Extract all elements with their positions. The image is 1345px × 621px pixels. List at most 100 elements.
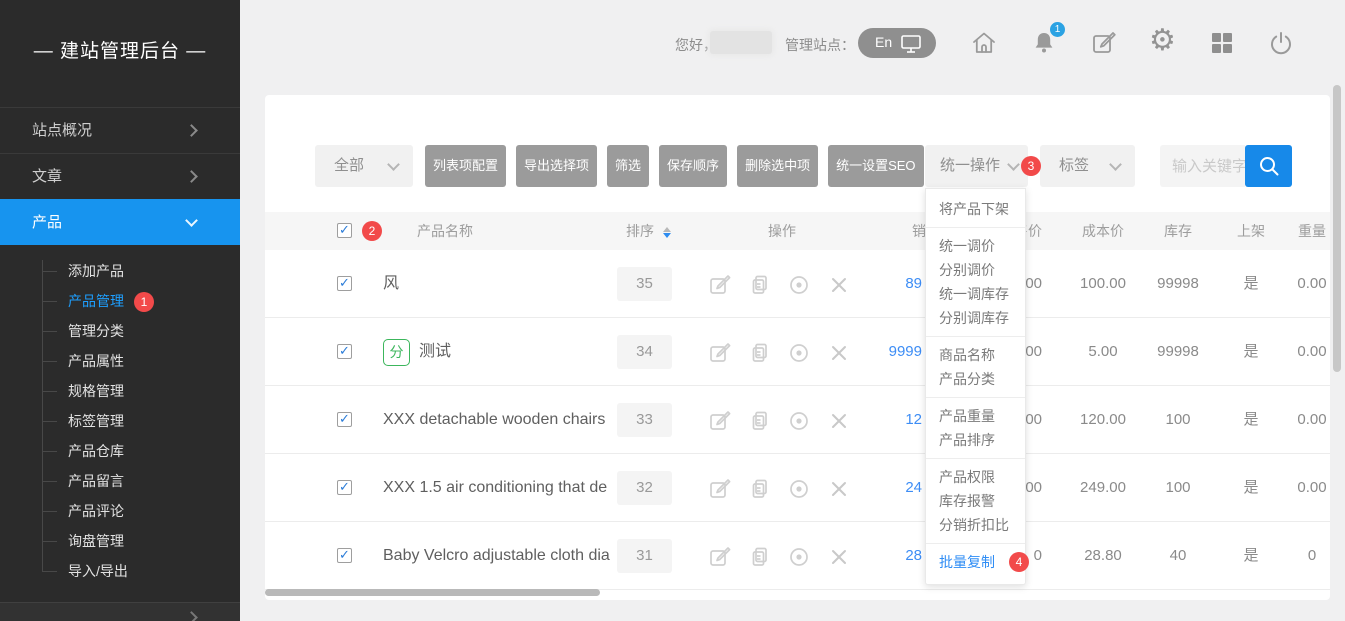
edit-icon[interactable]	[708, 409, 732, 433]
bulk-menu-item[interactable]: 分别调价	[926, 258, 1025, 282]
bulk-menu-item[interactable]: 库存报警	[926, 489, 1025, 513]
sidebar-section-label: 文章	[32, 168, 62, 185]
copy-icon[interactable]	[748, 341, 772, 365]
sidebar-item-product[interactable]: 标签管理	[0, 406, 240, 436]
bulk-operations-select[interactable]: 统一操作	[925, 145, 1028, 187]
sort-order-input[interactable]: 34	[617, 335, 672, 369]
sidebar-item-label: 产品管理	[68, 293, 124, 309]
bulk-menu-item[interactable]: 统一调库存	[926, 282, 1025, 306]
bulk-menu-item-batch-copy[interactable]: 批量复制4	[926, 550, 1025, 574]
sidebar-next-section[interactable]	[0, 602, 240, 621]
sales-count-link[interactable]: 12	[855, 386, 922, 454]
sidebar-item-product[interactable]: 产品留言	[0, 466, 240, 496]
sales-count-link[interactable]: 28	[855, 522, 922, 590]
edit-icon[interactable]	[708, 477, 732, 501]
view-icon[interactable]	[787, 545, 811, 569]
edit-compose-icon[interactable]	[1090, 29, 1118, 57]
bulk-menu-item[interactable]: 商品名称	[926, 343, 1025, 367]
sort-order-input[interactable]: 33	[617, 403, 672, 437]
category-filter-select[interactable]: 全部	[315, 145, 413, 187]
home-icon[interactable]	[970, 29, 998, 57]
view-icon[interactable]	[787, 273, 811, 297]
export-selected-button[interactable]: 导出选择项	[516, 145, 597, 187]
product-name-cell: XXX detachable wooden chairs	[383, 386, 615, 454]
list-config-button[interactable]: 列表项配置	[425, 145, 506, 187]
sidebar-section[interactable]: 文章	[0, 153, 240, 199]
sidebar-item-product[interactable]: 添加产品	[0, 256, 240, 286]
bulk-menu-item[interactable]: 将产品下架	[926, 197, 1025, 221]
product-name: 风	[383, 250, 399, 318]
vertical-scrollbar[interactable]	[1333, 85, 1341, 372]
sidebar-item-product[interactable]: 询盘管理	[0, 526, 240, 556]
tag-filter-select[interactable]: 标签	[1040, 145, 1135, 187]
sales-count-link[interactable]: 24	[855, 454, 922, 522]
edit-icon[interactable]	[708, 341, 732, 365]
logout-power-icon[interactable]	[1267, 29, 1295, 57]
sort-arrows-icon[interactable]	[663, 226, 671, 239]
row-checkbox[interactable]	[337, 344, 352, 359]
view-icon[interactable]	[787, 409, 811, 433]
stock-value: 100	[1138, 454, 1218, 522]
sidebar-item-label: 产品评论	[68, 503, 124, 519]
batch-seo-button[interactable]: 统一设置SEO	[828, 145, 923, 187]
column-header-sort[interactable]: 排序	[620, 212, 660, 250]
delete-selected-button[interactable]: 删除选中项	[737, 145, 818, 187]
copy-icon[interactable]	[748, 273, 772, 297]
category-filter-value: 全部	[334, 157, 364, 174]
row-checkbox[interactable]	[337, 548, 352, 563]
view-icon[interactable]	[787, 341, 811, 365]
copy-icon[interactable]	[748, 545, 772, 569]
edit-icon[interactable]	[708, 273, 732, 297]
bulk-menu-item[interactable]: 产品权限	[926, 465, 1025, 489]
settings-gear-icon[interactable]: ⚙	[1149, 27, 1177, 55]
copy-icon[interactable]	[748, 409, 772, 433]
bulk-menu-item[interactable]: 分别调库存	[926, 306, 1025, 330]
filter-button[interactable]: 筛选	[607, 145, 649, 187]
bulk-menu-item[interactable]: 分销折扣比	[926, 513, 1025, 537]
sales-count-link[interactable]: 9999	[855, 318, 922, 386]
view-icon[interactable]	[787, 477, 811, 501]
sort-order-input[interactable]: 31	[617, 539, 672, 573]
sort-order-input[interactable]: 35	[617, 267, 672, 301]
delete-icon[interactable]	[827, 477, 851, 501]
search-input[interactable]	[1160, 145, 1245, 187]
horizontal-scrollbar[interactable]	[265, 589, 600, 596]
search-button[interactable]	[1245, 145, 1292, 187]
sidebar-item-product[interactable]: 规格管理	[0, 376, 240, 406]
sidebar-item-product[interactable]: 管理分类	[0, 316, 240, 346]
row-checkbox[interactable]	[337, 276, 352, 291]
sidebar-item-product[interactable]: 产品属性	[0, 346, 240, 376]
sidebar-item-active[interactable]: 产品管理1	[0, 286, 240, 316]
notifications-bell-icon[interactable]: 1	[1030, 29, 1058, 57]
delete-icon[interactable]	[827, 545, 851, 569]
row-checkbox[interactable]	[337, 480, 352, 495]
select-all-checkbox[interactable]	[337, 223, 352, 238]
bulk-menu-item[interactable]: 产品排序	[926, 428, 1025, 452]
save-order-button[interactable]: 保存顺序	[659, 145, 727, 187]
sales-count-link[interactable]: 89	[855, 250, 922, 318]
sidebar-section[interactable]: 站点概况	[0, 107, 240, 153]
product-name: XXX detachable wooden chairs	[383, 386, 605, 454]
row-checkbox[interactable]	[337, 412, 352, 427]
bulk-menu-item[interactable]: 统一调价	[926, 234, 1025, 258]
sidebar-section[interactable]: 产品	[0, 199, 240, 245]
delete-icon[interactable]	[827, 409, 851, 433]
stock-value: 99998	[1138, 250, 1218, 318]
copy-icon[interactable]	[748, 477, 772, 501]
sidebar-item-product[interactable]: 产品评论	[0, 496, 240, 526]
bulk-menu-item[interactable]: 产品分类	[926, 367, 1025, 391]
toolbar-buttons: 列表项配置导出选择项筛选保存顺序删除选中项统一设置SEO	[425, 145, 924, 187]
bulk-menu-item[interactable]: 产品重量	[926, 404, 1025, 428]
cost-price-value: 249.00	[1063, 454, 1143, 522]
sort-order-input[interactable]: 32	[617, 471, 672, 505]
sidebar-item-product[interactable]: 产品仓库	[0, 436, 240, 466]
sidebar-item-product[interactable]: 导入/导出	[0, 556, 240, 586]
delete-icon[interactable]	[827, 273, 851, 297]
language-switcher[interactable]: En	[858, 28, 936, 58]
category-badge: 分	[383, 339, 410, 366]
edit-icon[interactable]	[708, 545, 732, 569]
search-area	[1160, 145, 1245, 187]
apps-grid-icon[interactable]	[1208, 29, 1236, 57]
product-name-cell: XXX 1.5 air conditioning that de	[383, 454, 615, 522]
delete-icon[interactable]	[827, 341, 851, 365]
